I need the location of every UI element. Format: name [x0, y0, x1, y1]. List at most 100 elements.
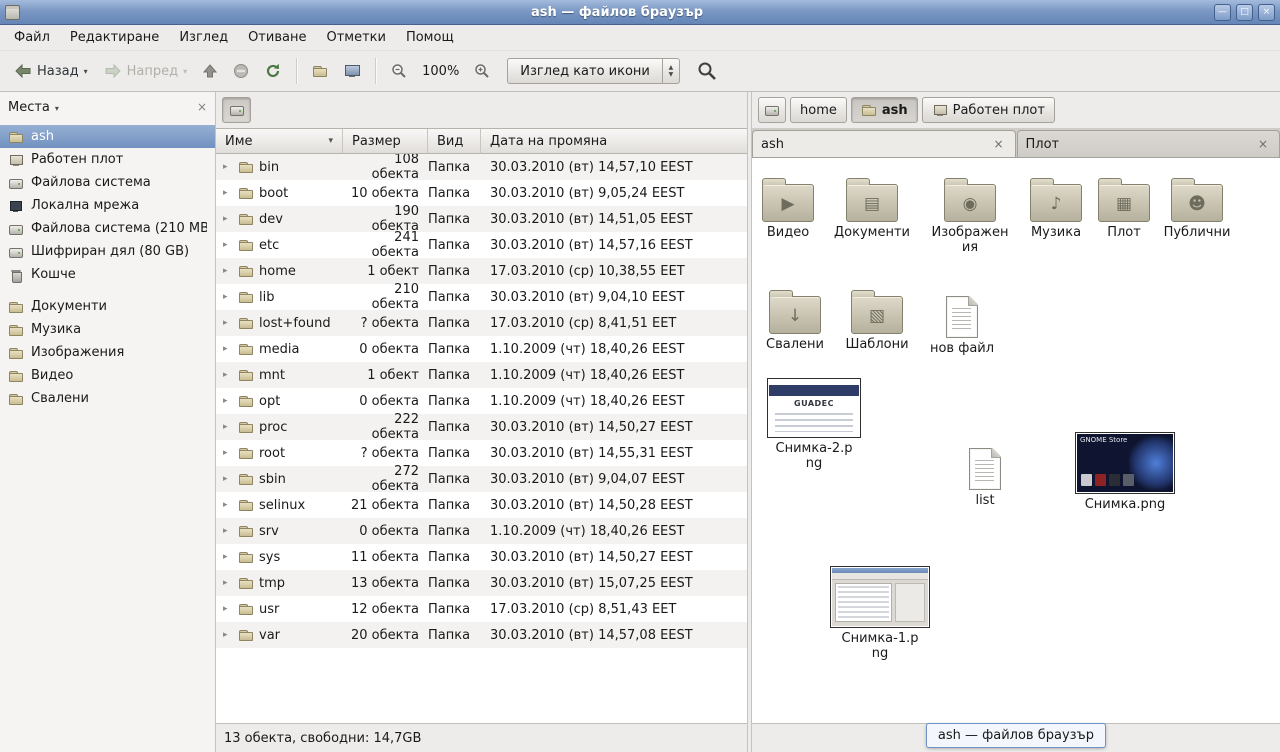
forward-button[interactable]: Напред ▾	[97, 58, 195, 85]
home-button[interactable]	[305, 57, 335, 85]
table-row[interactable]: ▸sbin272 обектаПапка30.03.2010 (вт) 9,04…	[216, 466, 747, 492]
table-row[interactable]: ▸lost+found? обектаПапка17.03.2010 (ср) …	[216, 310, 747, 336]
table-row[interactable]: ▸root? обектаПапка30.03.2010 (вт) 14,55,…	[216, 440, 747, 466]
table-row[interactable]: ▸bin108 обектаПапка30.03.2010 (вт) 14,57…	[216, 154, 747, 180]
view-mode-spinner[interactable]: ▲ ▼	[662, 59, 679, 83]
icon-item[interactable]: ▧Шаблони	[834, 288, 920, 352]
expander-icon[interactable]: ▸	[223, 214, 233, 224]
menu-item[interactable]: Изглед	[169, 25, 238, 50]
path-button-Работен плот[interactable]: Работен плот	[922, 97, 1055, 123]
menu-item[interactable]: Редактиране	[60, 25, 169, 50]
minimize-button[interactable]: —	[1214, 4, 1231, 21]
sidebar-item[interactable]: Файлова система (210 MB)	[0, 217, 215, 240]
expander-icon[interactable]: ▸	[223, 474, 233, 484]
close-button[interactable]: ×	[1258, 4, 1275, 21]
menu-item[interactable]: Файл	[4, 25, 60, 50]
table-row[interactable]: ▸var20 обектаПапка30.03.2010 (вт) 14,57,…	[216, 622, 747, 648]
expander-icon[interactable]: ▸	[223, 500, 233, 510]
sidebar-item[interactable]: Работен плот	[0, 148, 215, 171]
expander-icon[interactable]: ▸	[223, 552, 233, 562]
expander-icon[interactable]: ▸	[223, 292, 233, 302]
table-row[interactable]: ▸proc222 обектаПапка30.03.2010 (вт) 14,5…	[216, 414, 747, 440]
table-row[interactable]: ▸boot10 обектаПапка30.03.2010 (вт) 9,05,…	[216, 180, 747, 206]
icon-item[interactable]: GNOME StoreСнимка.png	[1070, 432, 1180, 512]
column-header[interactable]: Вид	[428, 129, 481, 154]
expander-icon[interactable]: ▸	[223, 240, 233, 250]
icon-item[interactable]: нов файл	[919, 291, 1005, 356]
reload-button[interactable]	[258, 57, 288, 85]
icon-item[interactable]: ☻Публични	[1154, 176, 1240, 240]
sidebar-item[interactable]: Видео	[0, 364, 215, 387]
menu-item[interactable]: Отметки	[316, 25, 395, 50]
icon-item[interactable]: GUADECСнимка-2.png	[759, 378, 869, 471]
tab-close-icon[interactable]: ×	[1255, 137, 1271, 151]
tab[interactable]: ash×	[752, 130, 1016, 157]
table-row[interactable]: ▸sys11 обектаПапка30.03.2010 (вт) 14,50,…	[216, 544, 747, 570]
icon-item[interactable]: ◉Изображения	[927, 176, 1013, 255]
zoom-out-button[interactable]	[384, 57, 414, 85]
icon-item[interactable]: list	[942, 443, 1028, 508]
maximize-button[interactable]: □	[1236, 4, 1253, 21]
sidebar-item[interactable]: Документи	[0, 295, 215, 318]
web-header-band	[769, 385, 859, 396]
table-row[interactable]: ▸etc241 обектаПапка30.03.2010 (вт) 14,57…	[216, 232, 747, 258]
expander-icon[interactable]: ▸	[223, 630, 233, 640]
table-row[interactable]: ▸opt0 обектаПапка1.10.2009 (чт) 18,40,26…	[216, 388, 747, 414]
table-row[interactable]: ▸srv0 обектаПапка1.10.2009 (чт) 18,40,26…	[216, 518, 747, 544]
sidebar-header[interactable]: Места ▾ ×	[0, 92, 215, 122]
zoom-in-button[interactable]	[467, 57, 497, 85]
back-button[interactable]: Назад ▾	[7, 58, 95, 85]
expander-icon[interactable]: ▸	[223, 422, 233, 432]
table-row[interactable]: ▸media0 обектаПапка1.10.2009 (чт) 18,40,…	[216, 336, 747, 362]
icon-view[interactable]: ▶Видео▤Документи◉Изображения♪Музика▦Плот…	[752, 158, 1280, 723]
tab[interactable]: Плот×	[1017, 130, 1280, 157]
table-row[interactable]: ▸dev190 обектаПапка30.03.2010 (вт) 14,51…	[216, 206, 747, 232]
computer-button[interactable]	[337, 57, 367, 85]
path-button-ash[interactable]: ash	[851, 97, 918, 123]
pathbar-root-button[interactable]	[222, 97, 251, 123]
icon-item[interactable]: Снимка-1.png	[825, 566, 935, 661]
expander-icon[interactable]: ▸	[223, 370, 233, 380]
sidebar-item[interactable]: Музика	[0, 318, 215, 341]
expander-icon[interactable]: ▸	[223, 344, 233, 354]
table-row[interactable]: ▸mnt1 обектПапка1.10.2009 (чт) 18,40,26 …	[216, 362, 747, 388]
expander-icon[interactable]: ▸	[223, 318, 233, 328]
view-mode-selector[interactable]: Изглед като икони ▲ ▼	[507, 58, 680, 84]
sidebar-item[interactable]: Изображения	[0, 341, 215, 364]
icon-item[interactable]: ▶Видео	[752, 176, 831, 240]
column-header[interactable]: Име▾	[216, 129, 343, 154]
table-row[interactable]: ▸lib210 обектаПапка30.03.2010 (вт) 9,04,…	[216, 284, 747, 310]
menu-item[interactable]: Помощ	[396, 25, 464, 50]
tab-close-icon[interactable]: ×	[990, 137, 1006, 151]
sidebar-item[interactable]: Локална мрежа	[0, 194, 215, 217]
table-row[interactable]: ▸selinux21 обектаПапка30.03.2010 (вт) 14…	[216, 492, 747, 518]
sidebar-item[interactable]: ash	[0, 125, 215, 148]
up-button[interactable]	[196, 58, 224, 84]
menu-item[interactable]: Отиване	[238, 25, 316, 50]
expander-icon[interactable]: ▸	[223, 396, 233, 406]
sidebar-item[interactable]: Свалени	[0, 387, 215, 410]
sidebar-item[interactable]: Шифриран дял (80 GB)	[0, 240, 215, 263]
stop-button[interactable]	[226, 57, 256, 85]
expander-icon[interactable]: ▸	[223, 526, 233, 536]
expander-icon[interactable]: ▸	[223, 578, 233, 588]
sidebar-item[interactable]: Кошче	[0, 263, 215, 286]
table-row[interactable]: ▸usr12 обектаПапка17.03.2010 (ср) 8,51,4…	[216, 596, 747, 622]
icon-item[interactable]: ▤Документи	[829, 176, 915, 240]
search-button[interactable]	[692, 56, 722, 86]
column-header[interactable]: Дата на промяна	[481, 129, 747, 154]
path-button-root[interactable]	[758, 97, 786, 123]
expander-icon[interactable]: ▸	[223, 266, 233, 276]
table-row[interactable]: ▸tmp13 обектаПапка30.03.2010 (вт) 15,07,…	[216, 570, 747, 596]
table-row[interactable]: ▸home1 обектПапка17.03.2010 (ср) 10,38,5…	[216, 258, 747, 284]
expander-icon[interactable]: ▸	[223, 188, 233, 198]
column-header[interactable]: Размер	[343, 129, 428, 154]
sidebar-item[interactable]: Файлова система	[0, 171, 215, 194]
icon-item[interactable]: ↓Свалени	[752, 288, 838, 352]
expander-icon[interactable]: ▸	[223, 604, 233, 614]
sidebar-close-icon[interactable]: ×	[197, 100, 207, 114]
expander-icon[interactable]: ▸	[223, 448, 233, 458]
titlebar[interactable]: ash — файлов браузър —□×	[0, 0, 1280, 25]
path-button-home[interactable]: home	[790, 97, 847, 123]
expander-icon[interactable]: ▸	[223, 162, 233, 172]
